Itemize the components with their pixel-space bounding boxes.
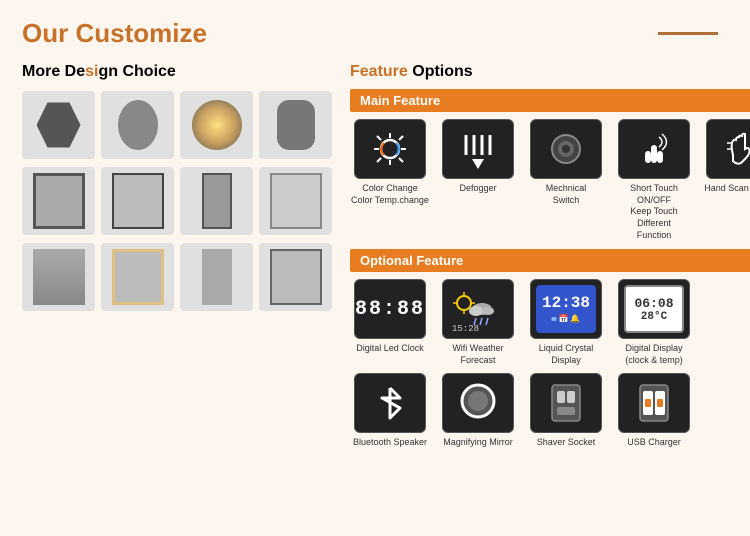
square-border-shape <box>270 173 322 229</box>
right-column: Feature Options Main Feature <box>350 63 750 457</box>
switch-icon <box>547 130 585 168</box>
mirror-rect3 <box>180 167 253 235</box>
mirror-bath <box>22 243 95 311</box>
digital-display-item: 06:08 28°C Digital Display(clock & temp) <box>614 279 694 366</box>
optional-feature-row1: 88:88 Digital Led Clock <box>350 279 750 366</box>
main-content: More Design Choice <box>22 63 728 457</box>
hanging-shape <box>202 249 232 305</box>
svg-text:15:28: 15:28 <box>452 324 479 333</box>
mirror-hexagon <box>22 91 95 159</box>
header: Our Customize <box>22 18 728 49</box>
hand-sensor-label: Hand Scan Sensor <box>704 183 750 195</box>
bluetooth-icon-box <box>354 373 426 433</box>
weather-forecast-item: 15:28 Wifi Weather Forecast <box>438 279 518 366</box>
digital-display-label: Digital Display(clock & temp) <box>625 343 683 366</box>
design-section-title: More Design Choice <box>22 63 332 81</box>
left-column: More Design Choice <box>22 63 332 457</box>
bluetooth-item: Bluetooth Speaker <box>350 373 430 449</box>
mirror-rounded-rect-item <box>259 91 332 159</box>
defogger-label: Defogger <box>459 183 496 195</box>
page: Our Customize More Design Choice <box>0 0 750 536</box>
color-change-label: Color ChangeColor Temp.change <box>351 183 429 206</box>
touch-label: Short Touch ON/OFFKeep Touch DifferentFu… <box>614 183 694 241</box>
clock-display: 88:88 <box>355 298 425 321</box>
touch-item: Short Touch ON/OFFKeep Touch DifferentFu… <box>614 119 694 241</box>
title-prefix: Our <box>22 18 75 48</box>
color-change-item: Color ChangeColor Temp.change <box>350 119 430 241</box>
hand-sensor-icon-box <box>706 119 750 179</box>
magnify-item: Magnifying Mirror <box>438 373 518 449</box>
main-feature-icons: Color ChangeColor Temp.change <box>350 119 750 241</box>
led-shape <box>112 249 164 305</box>
tall-shape <box>202 173 232 229</box>
touch-icon <box>635 127 673 171</box>
digital-led-clock-item: 88:88 Digital Led Clock <box>350 279 430 366</box>
header-line <box>658 32 718 35</box>
lcd-display: 12:38 ✉📅🔔 <box>536 285 596 333</box>
lcd-item: 12:38 ✉📅🔔 Liquid Crystal Display <box>526 279 606 366</box>
mirror-grid-row3 <box>22 243 332 311</box>
oval-shape <box>118 100 158 150</box>
shaver-icon-box <box>530 373 602 433</box>
shaver-label: Shaver Socket <box>537 437 596 449</box>
usb-icon-box <box>618 373 690 433</box>
defogger-icon <box>458 127 498 171</box>
main-feature-section: Main Feature <box>350 89 750 241</box>
defogger-icon-box <box>442 119 514 179</box>
hand-scan-icon <box>723 127 750 171</box>
usb-item: USB Charger <box>614 373 694 449</box>
mirror-grid-row2 <box>22 167 332 235</box>
main-feature-header: Main Feature <box>350 89 750 112</box>
magnify-icon-box <box>442 373 514 433</box>
mirror-circle-light-item <box>180 91 253 159</box>
digital-led-clock-icon-box: 88:88 <box>354 279 426 339</box>
magnify-label: Magnifying Mirror <box>443 437 513 449</box>
optional-feature-row2: Bluetooth Speaker Magnifying Mirror <box>350 373 750 449</box>
shaver-item: Shaver Socket <box>526 373 606 449</box>
switch-icon-box <box>530 119 602 179</box>
mirror-rect1 <box>22 167 95 235</box>
rounded-rect-shape <box>277 100 315 150</box>
rect-frame-shape <box>33 173 85 229</box>
hand-sensor-item: Hand Scan Sensor <box>702 119 750 241</box>
mirror-rect4 <box>259 167 332 235</box>
wide-shape <box>270 249 322 305</box>
mirror-hanging <box>180 243 253 311</box>
lcd-label: Liquid Crystal Display <box>526 343 606 366</box>
color-change-icon-box <box>354 119 426 179</box>
touch-icon-box <box>618 119 690 179</box>
optional-feature-section: Optional Feature 88:88 Digital Led Clock <box>350 249 750 448</box>
digital-display-icon-box: 06:08 28°C <box>618 279 690 339</box>
title-highlight: Customize <box>75 18 206 48</box>
usb-icon <box>632 379 676 427</box>
weather-forecast-label: Wifi Weather Forecast <box>438 343 518 366</box>
shaver-icon <box>544 379 588 427</box>
weather-icon: 15:28 <box>448 285 508 333</box>
defogger-item: Defogger <box>438 119 518 241</box>
page-title: Our Customize <box>22 18 207 49</box>
mirror-oval-item <box>101 91 174 159</box>
hexagon-shape <box>37 100 81 150</box>
sun-icon <box>370 129 410 169</box>
mirror-grid-row1 <box>22 91 332 159</box>
optional-feature-header: Optional Feature <box>350 249 750 272</box>
circle-light-shape <box>192 100 242 150</box>
usb-label: USB Charger <box>627 437 681 449</box>
bath-shape <box>33 249 85 305</box>
switch-item: MechnicalSwitch <box>526 119 606 241</box>
mirror-rect2 <box>101 167 174 235</box>
lcd-icon-box: 12:38 ✉📅🔔 <box>530 279 602 339</box>
digital-led-clock-label: Digital Led Clock <box>356 343 424 355</box>
switch-label: MechnicalSwitch <box>546 183 587 206</box>
digital-display: 06:08 28°C <box>624 285 684 333</box>
weather-icon-box: 15:28 <box>442 279 514 339</box>
mirror-led <box>101 243 174 311</box>
bluetooth-icon <box>372 382 408 424</box>
magnify-icon <box>456 379 500 427</box>
mirror-wide <box>259 243 332 311</box>
rect-simple-shape <box>112 173 164 229</box>
feature-section-title: Feature Options <box>350 63 750 81</box>
bluetooth-label: Bluetooth Speaker <box>353 437 427 449</box>
